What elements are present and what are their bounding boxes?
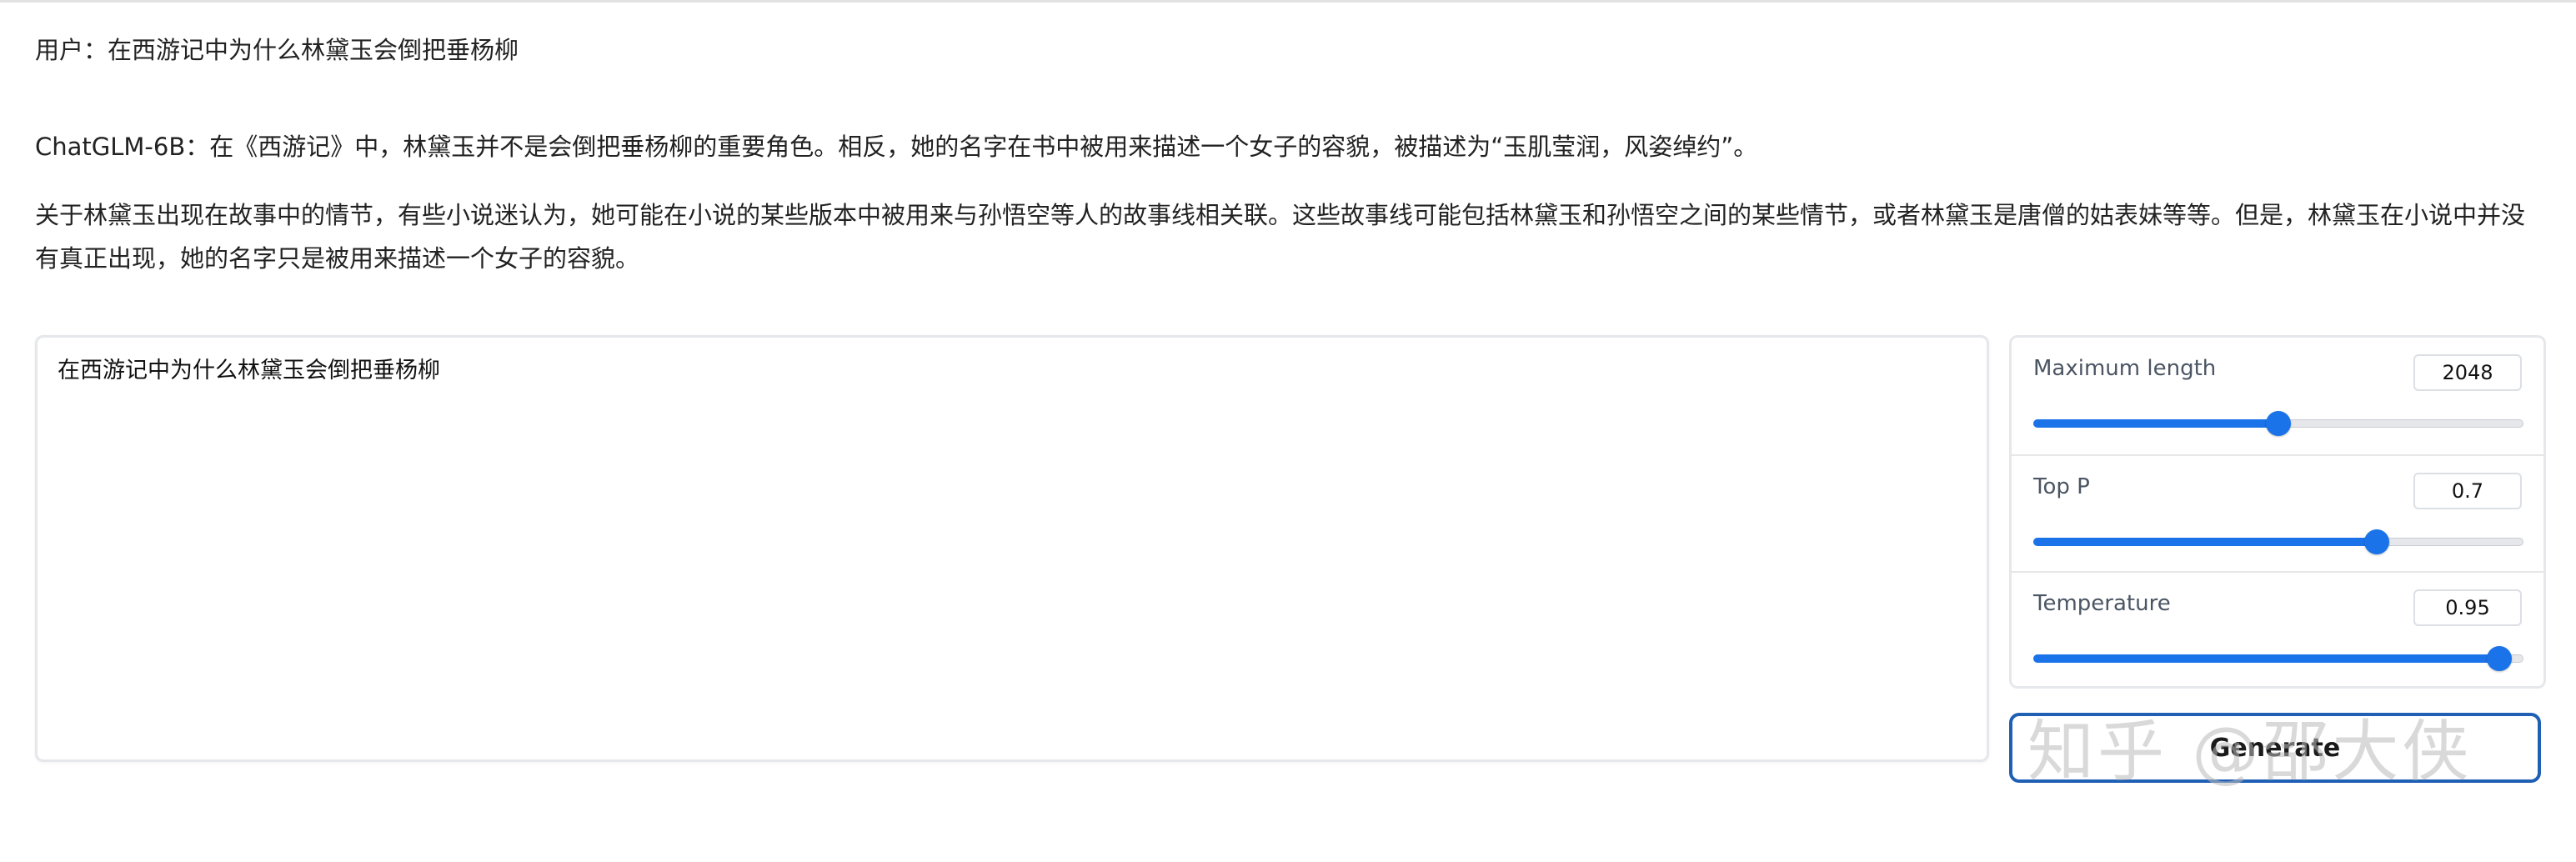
generation-settings-panel: Maximum length Top P Temperature — [2009, 335, 2546, 689]
slider-thumb[interactable] — [2266, 411, 2291, 436]
setting-temperature: Temperature — [2012, 571, 2543, 686]
top-divider — [0, 0, 2576, 3]
slider-thumb[interactable] — [2486, 646, 2512, 671]
temperature-input[interactable] — [2413, 589, 2522, 626]
generate-button[interactable]: Generate — [2009, 713, 2541, 783]
setting-max-length: Maximum length — [2012, 338, 2543, 454]
slider-fill — [2033, 538, 2377, 546]
top-p-input[interactable] — [2413, 473, 2522, 509]
slider-fill — [2033, 654, 2499, 663]
chat-history: 用户：在西游记中为什么林黛玉会倒把垂杨柳 ChatGLM-6B：在《西游记》中，… — [35, 28, 2544, 280]
temperature-slider[interactable] — [2033, 646, 2523, 671]
temperature-label: Temperature — [2033, 591, 2171, 616]
max-length-slider[interactable] — [2033, 411, 2523, 436]
user-message: 用户：在西游记中为什么林黛玉会倒把垂杨柳 — [35, 36, 519, 64]
prompt-input[interactable]: 在西游记中为什么林黛玉会倒把垂杨柳 — [38, 338, 1987, 759]
bot-message-paragraph-1: ChatGLM-6B：在《西游记》中，林黛玉并不是会倒把垂杨柳的重要角色。相反，… — [35, 133, 1758, 161]
top-p-slider[interactable] — [2033, 529, 2523, 554]
top-p-label: Top P — [2033, 474, 2090, 499]
max-length-label: Maximum length — [2033, 356, 2217, 381]
max-length-input[interactable] — [2413, 354, 2522, 391]
prompt-input-box: 在西游记中为什么林黛玉会倒把垂杨柳 — [35, 335, 1989, 762]
setting-top-p: Top P — [2012, 454, 2543, 572]
bot-message-paragraph-2: 关于林黛玉出现在故事中的情节，有些小说迷认为，她可能在小说的某些版本中被用来与孙… — [35, 201, 2526, 273]
slider-thumb[interactable] — [2363, 529, 2389, 554]
slider-fill — [2033, 419, 2278, 428]
